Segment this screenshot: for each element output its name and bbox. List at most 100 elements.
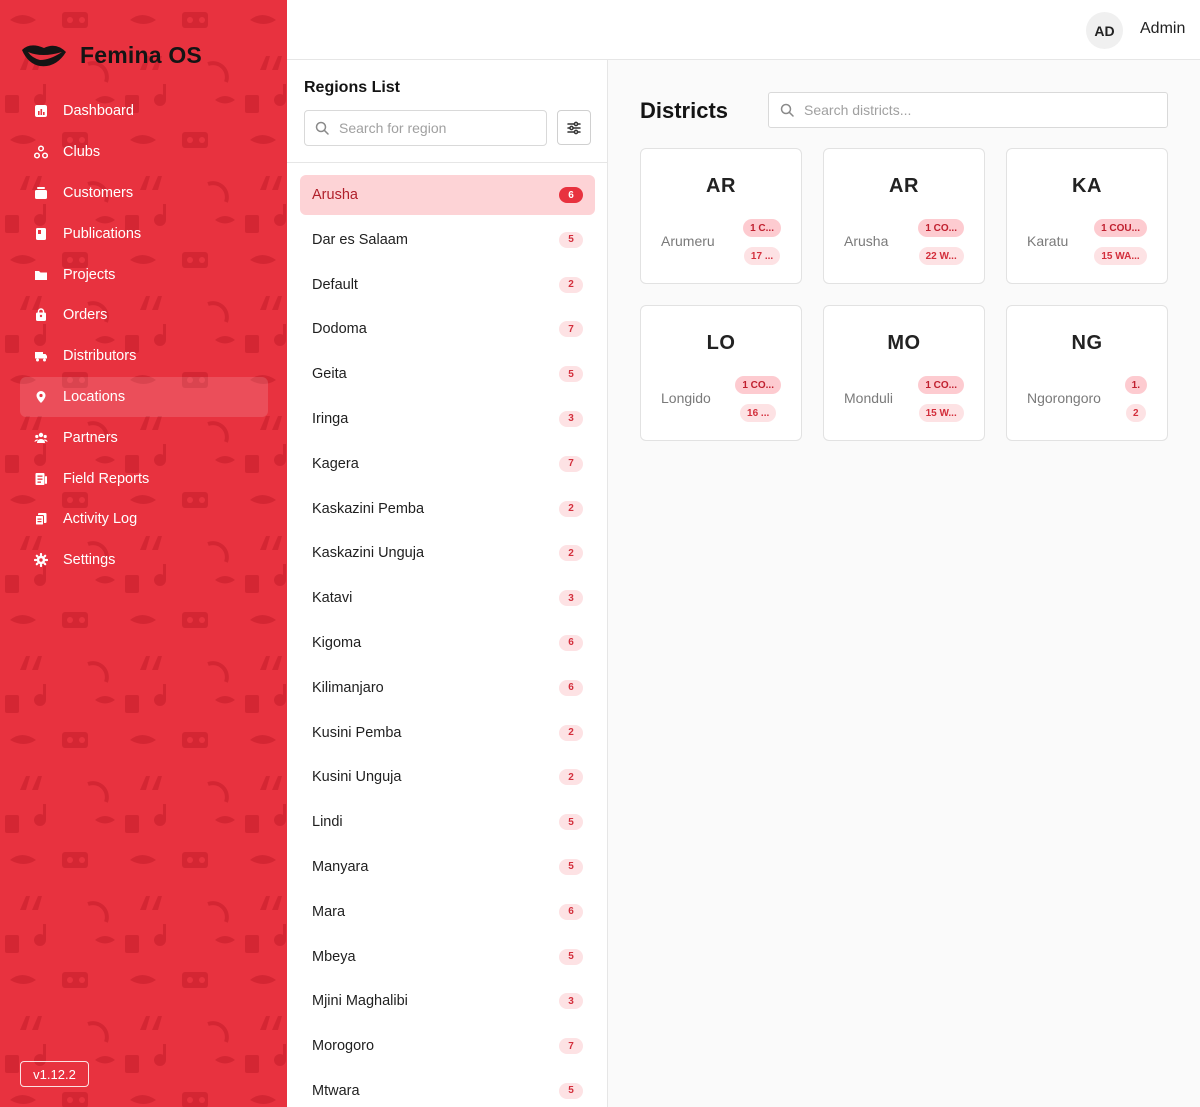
district-count-badge: 2 <box>559 545 583 562</box>
region-name: Kusini Unguja <box>312 769 402 786</box>
sidebar-item-clubs[interactable]: Clubs <box>20 132 268 173</box>
sidebar-item-label: Partners <box>63 429 118 446</box>
district-count-badge: 7 <box>559 321 583 338</box>
district-count-badge: 5 <box>559 948 583 965</box>
filter-button[interactable] <box>557 110 591 145</box>
region-name: Kaskazini Unguja <box>312 545 425 562</box>
district-search-box[interactable] <box>768 92 1168 128</box>
region-list-item[interactable]: Mbeya 5 <box>300 937 595 977</box>
sidebar: Femina OS Dashboard Clubs Customers Publ… <box>0 0 287 1107</box>
council-tag: 1 CO... <box>918 219 964 237</box>
sidebar-item-customers[interactable]: Customers <box>20 173 268 214</box>
region-name: Mara <box>312 903 346 920</box>
search-icon <box>780 103 794 117</box>
region-list-item[interactable]: Dodoma 7 <box>300 309 595 349</box>
version-badge: v1.12.2 <box>20 1061 89 1087</box>
district-count-badge: 5 <box>559 858 583 875</box>
sidebar-item-dashboard[interactable]: Dashboard <box>20 91 268 132</box>
district-card[interactable]: MO Monduli 1 CO... 15 W... <box>823 305 985 441</box>
lips-logo-icon <box>22 45 66 67</box>
region-list-item[interactable]: Arusha 6 <box>300 175 595 215</box>
region-list-item[interactable]: Lindi 5 <box>300 802 595 842</box>
sidebar-item-partners[interactable]: Partners <box>20 417 268 458</box>
region-list-item[interactable]: Kaskazini Pemba 2 <box>300 489 595 529</box>
region-list-item[interactable]: Default 2 <box>300 265 595 305</box>
region-name: Geita <box>312 366 347 383</box>
sidebar-item-publications[interactable]: Publications <box>20 213 268 254</box>
district-count-badge: 2 <box>559 724 583 741</box>
district-name: Monduli <box>844 390 894 406</box>
sidebar-item-activity-log[interactable]: Activity Log <box>20 499 268 540</box>
region-search-input[interactable] <box>339 120 529 136</box>
district-count-badge: 2 <box>559 500 583 517</box>
district-card[interactable]: AR Arumeru 1 C... 17 ... <box>640 148 802 284</box>
sidebar-item-field-reports[interactable]: Field Reports <box>20 458 268 499</box>
regions-panel: Regions List Arusha 6 Dar es Salaam 5 Defaul… <box>287 60 608 1107</box>
districts-title: Districts <box>640 98 729 123</box>
brand[interactable]: Femina OS <box>20 38 202 72</box>
username[interactable]: Admin <box>1140 20 1185 38</box>
sidebar-item-label: Projects <box>63 266 116 283</box>
district-card[interactable]: KA Karatu 1 COU... 15 WA... <box>1006 148 1168 284</box>
region-list-item[interactable]: Mjini Maghalibi 3 <box>300 981 595 1021</box>
sidebar-item-settings[interactable]: Settings <box>20 540 268 581</box>
region-list: Arusha 6 Dar es Salaam 5 Default 2 Dodoma 7 Geit… <box>300 175 595 1107</box>
district-count-badge: 5 <box>559 231 583 248</box>
council-tag: 1 CO... <box>918 376 964 394</box>
region-name: Default <box>312 276 358 293</box>
region-list-item[interactable]: Morogoro 7 <box>300 1026 595 1066</box>
sidebar-item-label: Clubs <box>63 144 101 161</box>
district-tags: 1 CO... 22 W... <box>918 219 964 265</box>
region-list-item[interactable]: Kusini Pemba 2 <box>300 713 595 753</box>
wards-tag: 15 WA... <box>1094 247 1147 265</box>
region-list-item[interactable]: Mtwara 5 <box>300 1071 595 1107</box>
district-search-input[interactable] <box>804 102 1144 118</box>
region-list-item[interactable]: Kaskazini Unguja 2 <box>300 533 595 573</box>
report-icon <box>33 471 49 487</box>
region-list-item[interactable]: Manyara 5 <box>300 847 595 887</box>
region-list-item[interactable]: Geita 5 <box>300 354 595 394</box>
district-count-badge: 3 <box>559 410 583 427</box>
region-list-item[interactable]: Katavi 3 <box>300 578 595 618</box>
region-name: Kilimanjaro <box>312 679 384 696</box>
search-icon <box>315 121 329 135</box>
region-list-item[interactable]: Kagera 7 <box>300 444 595 484</box>
district-abbreviation: LO <box>706 332 736 354</box>
district-count-badge: 3 <box>559 590 583 607</box>
sidebar-item-locations[interactable]: Locations <box>20 376 268 418</box>
district-card[interactable]: AR Arusha 1 CO... 22 W... <box>823 148 985 284</box>
sidebar-item-label: Orders <box>63 307 108 324</box>
district-name: Arusha <box>844 233 889 249</box>
bag-icon <box>33 307 49 323</box>
regions-title: Regions List <box>304 79 401 96</box>
sidebar-item-label: Settings <box>63 552 116 569</box>
avatar[interactable]: AD <box>1086 12 1123 49</box>
wards-tag: 17 ... <box>743 247 781 265</box>
wards-tag: 16 ... <box>740 404 777 422</box>
districts-panel: Districts AR Arumeru 1 C... 17 ... AR Arusha 1… <box>608 60 1200 1107</box>
folder-icon <box>33 267 49 283</box>
district-tags: 1. 2 <box>1124 376 1147 422</box>
customers-icon <box>33 185 49 201</box>
region-list-item[interactable]: Kilimanjaro 6 <box>300 668 595 708</box>
sidebar-item-orders[interactable]: Orders <box>20 295 268 336</box>
gear-icon <box>33 552 49 568</box>
district-count-badge: 3 <box>559 993 583 1010</box>
sidebar-item-distributors[interactable]: Distributors <box>20 336 268 377</box>
region-name: Iringa <box>312 410 349 427</box>
region-list-item[interactable]: Dar es Salaam 5 <box>300 220 595 260</box>
sidebar-item-projects[interactable]: Projects <box>20 254 268 295</box>
region-search-box[interactable] <box>304 110 547 146</box>
region-list-item[interactable]: Kusini Unguja 2 <box>300 757 595 797</box>
district-count-badge: 2 <box>559 276 583 293</box>
district-name: Ngorongoro <box>1027 390 1101 406</box>
sidebar-item-label: Activity Log <box>63 511 138 528</box>
region-list-item[interactable]: Kigoma 6 <box>300 623 595 663</box>
region-list-item[interactable]: Iringa 3 <box>300 399 595 439</box>
district-count-badge: 5 <box>559 366 583 383</box>
district-card[interactable]: NG Ngorongoro 1. 2 <box>1006 305 1168 441</box>
wards-tag: 2 <box>1126 404 1146 422</box>
district-card[interactable]: LO Longido 1 CO... 16 ... <box>640 305 802 441</box>
book-icon <box>33 226 49 242</box>
region-list-item[interactable]: Mara 6 <box>300 892 595 932</box>
